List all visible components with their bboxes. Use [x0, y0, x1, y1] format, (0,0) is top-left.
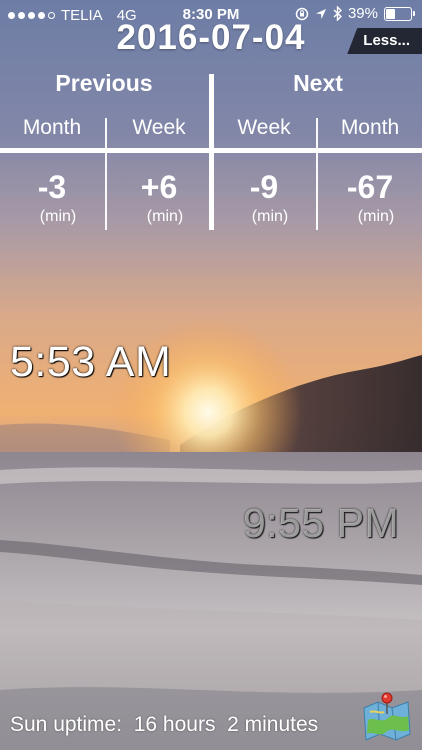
previous-week-label: Week: [132, 116, 186, 139]
less-button[interactable]: Less...: [347, 28, 422, 54]
previous-month-value: -3: [37, 169, 67, 205]
next-week-value: -9: [249, 169, 279, 205]
next-week-unit: (min): [251, 208, 289, 225]
next-month-unit: (min): [357, 208, 395, 225]
previous-month-label: Month: [22, 116, 82, 139]
previous-week-unit: (min): [146, 208, 184, 225]
sunrise-time: 5:53 AM: [10, 338, 172, 386]
sunset-time: 9:55 PM: [243, 500, 400, 546]
sun-uptime: Sun uptime: 16 hours 2 minutes: [10, 713, 319, 736]
header-divider: [0, 148, 422, 153]
next-week-label: Week: [237, 116, 291, 139]
next-header: Next: [293, 70, 343, 96]
next-month-value: -67: [346, 169, 394, 205]
previous-header: Previous: [55, 70, 153, 96]
map-pin-icon[interactable]: [360, 690, 414, 744]
previous-month-unit: (min): [39, 208, 77, 225]
next-month-label: Month: [340, 116, 400, 139]
previous-week-value: +6: [140, 169, 178, 205]
